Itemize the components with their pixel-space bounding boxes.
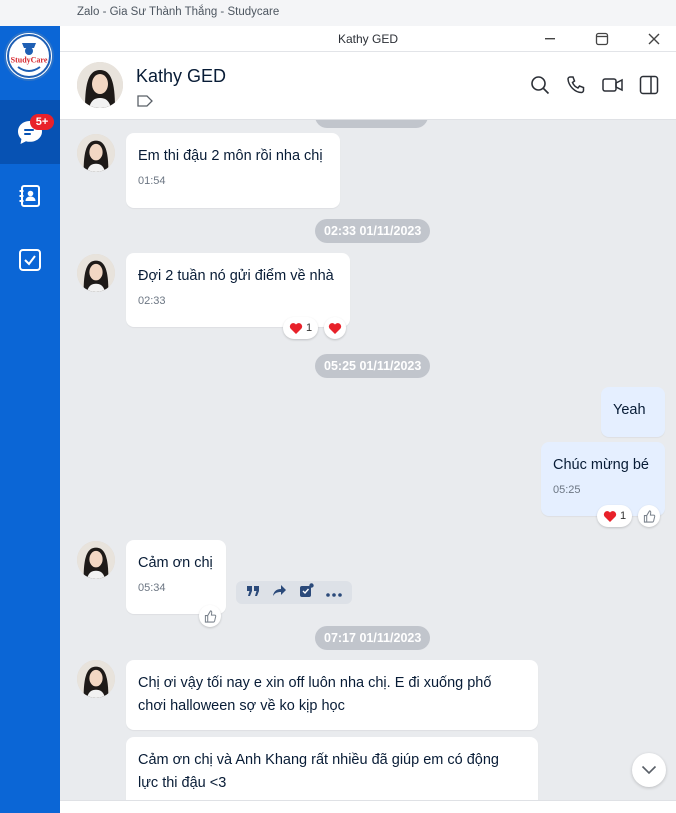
sender-avatar[interactable]: [77, 254, 115, 292]
quote-button[interactable]: [246, 584, 260, 602]
time-divider: 02:33 01/11/2023: [315, 219, 431, 243]
quote-icon: [247, 585, 259, 596]
heart-icon: [603, 510, 617, 522]
chat-header: Kathy GED: [60, 52, 676, 120]
phone-icon: [567, 76, 585, 94]
video-call-button[interactable]: [602, 74, 624, 96]
message-time: 05:25: [553, 484, 581, 496]
message-time: 01:54: [138, 175, 166, 187]
nav-todo-tab[interactable]: [0, 228, 60, 292]
search-icon: [531, 76, 550, 95]
message-text: Yeah: [613, 402, 646, 418]
sender-avatar[interactable]: [77, 660, 115, 698]
contact-avatar[interactable]: [77, 62, 123, 108]
message-text: Em thi đậu 2 môn rồi nha chị: [138, 148, 323, 164]
unread-badge: 5+: [30, 114, 54, 130]
message-text-line: Chị ơi vậy tối nay e xin off luôn nha ch…: [138, 675, 492, 691]
app-title: Zalo - Gia Sư Thành Thắng - Studycare: [77, 6, 280, 18]
app-title-bar: Zalo - Gia Sư Thành Thắng - Studycare: [0, 0, 676, 26]
left-nav: StudyCare 5+: [0, 26, 60, 813]
time-divider-partial: [315, 120, 428, 128]
time-divider: 07:17 01/11/2023: [315, 626, 431, 650]
message-text: Đợi 2 tuần nó gửi điểm về nhà: [138, 268, 334, 284]
nav-messages-tab[interactable]: 5+: [0, 100, 60, 164]
more-options-button[interactable]: [326, 584, 342, 602]
more-icon: [326, 592, 342, 597]
message-actions-toolbar: [236, 581, 352, 604]
message-text: Chúc mừng bé: [553, 457, 649, 473]
search-button[interactable]: [529, 74, 551, 96]
message-bubble[interactable]: Chị ơi vậy tối nay e xin off luôn nha ch…: [126, 660, 538, 730]
reaction-summary[interactable]: 1: [283, 317, 319, 339]
message-list[interactable]: Em thi đậu 2 môn rồi nha chị 01:54 02:33…: [60, 120, 676, 800]
mark-task-button[interactable]: [299, 582, 314, 603]
task-check-icon: [300, 582, 314, 597]
reaction-summary[interactable]: 1: [597, 505, 633, 527]
message-text-line: chơi halloween sợ về ko kịp học: [138, 698, 345, 714]
message-text-line: Cảm ơn chị và Anh Khang rất nhiều đã giú…: [138, 752, 499, 768]
svg-text:StudyCare: StudyCare: [11, 56, 48, 65]
react-button[interactable]: [324, 317, 346, 339]
nav-contacts-tab[interactable]: [0, 164, 60, 228]
studycare-logo[interactable]: StudyCare: [4, 31, 54, 81]
chevron-down-icon: [641, 765, 657, 775]
message-text: Cảm ơn chị: [138, 555, 213, 571]
message-bubble[interactable]: Em thi đậu 2 môn rồi nha chị 01:54: [126, 133, 340, 208]
my-message-bubble[interactable]: Yeah: [601, 387, 665, 437]
heart-icon: [289, 322, 303, 334]
composer-toolbar: [60, 800, 676, 813]
sidebar-panel-icon: [639, 75, 659, 95]
minimize-button[interactable]: [532, 26, 568, 52]
reaction-count: 1: [306, 322, 313, 334]
sender-avatar[interactable]: [77, 541, 115, 579]
close-icon: [648, 33, 660, 45]
close-button[interactable]: [636, 26, 672, 52]
heart-icon: [328, 322, 342, 334]
maximize-button[interactable]: [584, 26, 620, 52]
reaction-count: 1: [620, 510, 627, 522]
minimize-icon: [545, 38, 555, 40]
thumbs-up-icon: [643, 509, 655, 523]
sender-avatar[interactable]: [77, 134, 115, 172]
contacts-icon: [19, 185, 40, 207]
conversation-info-button[interactable]: [638, 74, 660, 96]
message-bubble[interactable]: Đợi 2 tuần nó gửi điểm về nhà 02:33: [126, 253, 350, 327]
message-time: 05:34: [138, 582, 166, 594]
contact-name: Kathy GED: [136, 66, 227, 86]
voice-call-button[interactable]: [565, 74, 587, 96]
share-icon: [273, 584, 286, 596]
tag-icon: [137, 95, 153, 107]
message-text-line: lực thi đậu <3: [138, 775, 227, 791]
message-time: 02:33: [138, 295, 166, 307]
message-bubble[interactable]: Cảm ơn chị và Anh Khang rất nhiều đã giú…: [126, 737, 538, 800]
like-button[interactable]: [638, 505, 660, 527]
message-bubble[interactable]: Cảm ơn chị 05:34: [126, 540, 226, 614]
checkbox-icon: [19, 249, 41, 271]
time-divider: 05:25 01/11/2023: [315, 354, 431, 378]
like-button[interactable]: [199, 605, 221, 627]
maximize-icon: [595, 32, 609, 46]
share-button[interactable]: [272, 584, 287, 602]
thumbs-up-icon: [204, 609, 216, 623]
video-icon: [602, 78, 623, 92]
scroll-to-bottom-button[interactable]: [632, 753, 666, 787]
tag-button[interactable]: [137, 94, 153, 112]
